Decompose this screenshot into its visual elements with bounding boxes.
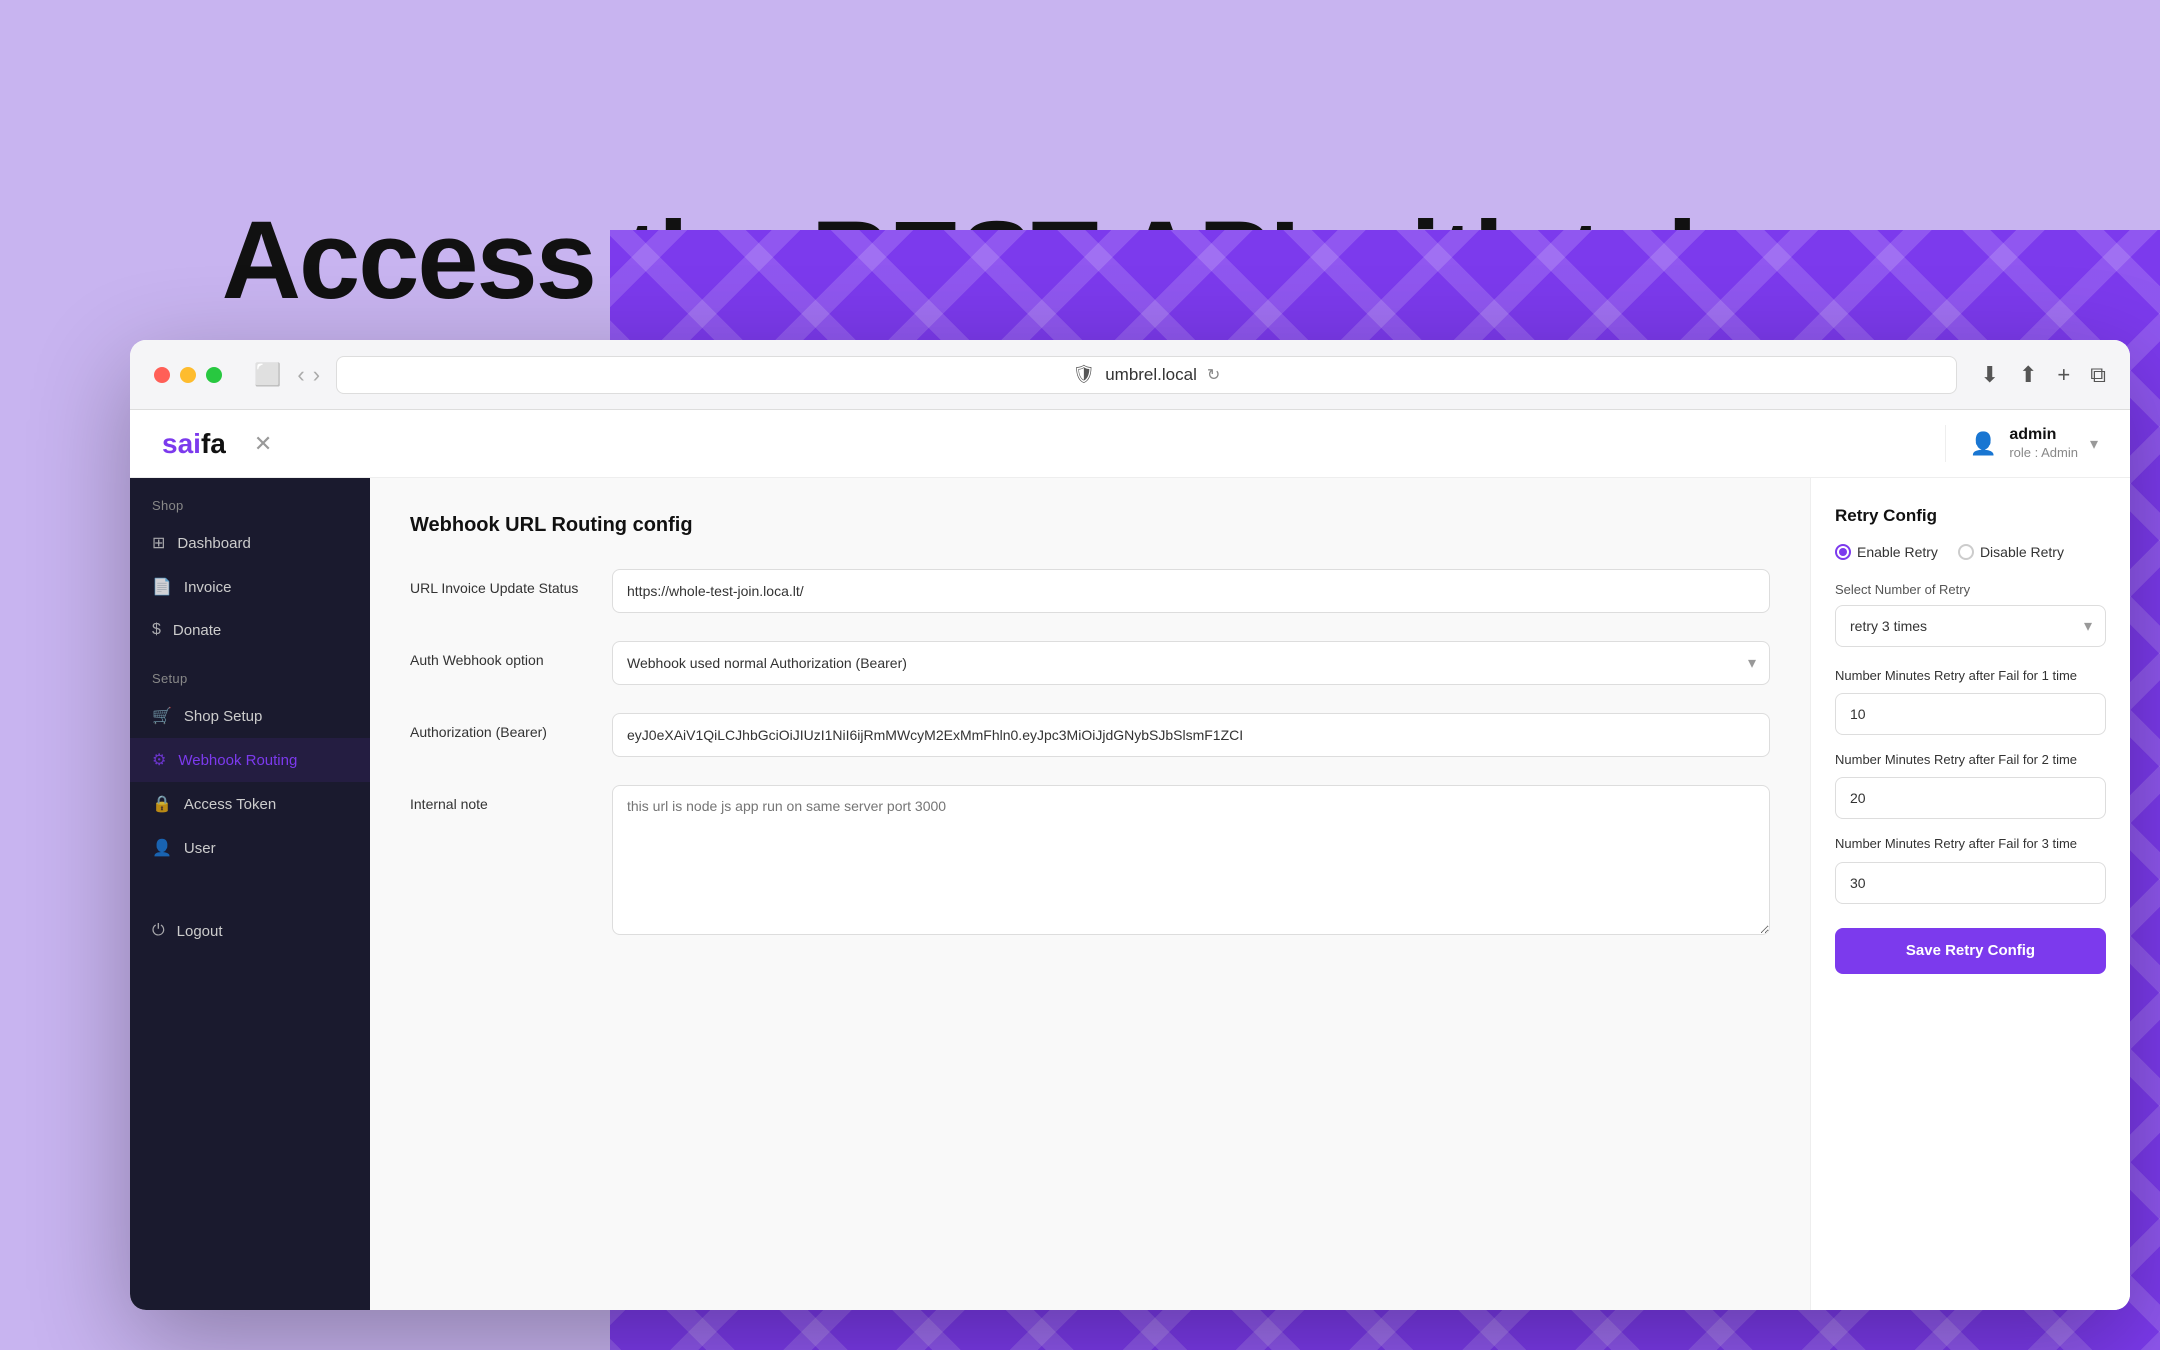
fail1-label: Number Minutes Retry after Fail for 1 ti… <box>1835 667 2106 685</box>
admin-name: admin <box>2009 425 2078 446</box>
disable-retry-radio[interactable] <box>1958 544 1974 560</box>
logo-sa: sai <box>162 428 201 459</box>
browser-nav: ‹ › <box>297 362 320 388</box>
enable-retry-option[interactable]: Enable Retry <box>1835 544 1938 560</box>
app-header: saifa ✕ 👤 admin role : Admin ▾ <box>130 410 2130 478</box>
url-input[interactable] <box>612 569 1770 613</box>
panel-title: Webhook URL Routing config <box>410 514 1770 537</box>
close-button[interactable] <box>154 367 170 383</box>
browser-chrome: ⬜ ‹ › 🛡 umbrel.local ↻ ⬇ ⬆ + ⧉ <box>130 340 2130 410</box>
sidebar-item-donate[interactable]: $ Donate <box>130 609 370 651</box>
retry-select-wrapper: retry 1 time retry 2 times retry 3 times… <box>1835 605 2106 647</box>
fail3-input[interactable] <box>1835 862 2106 904</box>
fail2-label: Number Minutes Retry after Fail for 2 ti… <box>1835 751 2106 769</box>
sidebar-item-user[interactable]: 👤 User <box>130 826 370 870</box>
admin-role: role : Admin <box>2009 445 2078 462</box>
note-control <box>612 785 1770 940</box>
forward-button[interactable]: › <box>313 362 320 388</box>
auth-select[interactable]: Webhook used normal Authorization (Beare… <box>612 641 1770 685</box>
back-button[interactable]: ‹ <box>297 362 304 388</box>
fail3-label: Number Minutes Retry after Fail for 3 ti… <box>1835 835 2106 853</box>
sidebar-item-label: Logout <box>177 923 223 940</box>
url-control <box>612 569 1770 613</box>
sidebar-item-access-token[interactable]: 🔒 Access Token <box>130 782 370 826</box>
enable-retry-label: Enable Retry <box>1857 544 1938 560</box>
sidebar-item-label: User <box>184 840 216 857</box>
fail2-input[interactable] <box>1835 777 2106 819</box>
download-icon[interactable]: ⬇ <box>1981 362 1999 388</box>
user-icon: 👤 <box>1970 431 1997 457</box>
form-row-auth: Auth Webhook option Webhook used normal … <box>410 641 1770 685</box>
sidebar-item-invoice[interactable]: 📄 Invoice <box>130 565 370 609</box>
form-row-url: URL Invoice Update Status <box>410 569 1770 613</box>
app-logo: saifa <box>162 428 226 460</box>
browser-actions: ⬇ ⬆ + ⧉ <box>1981 362 2106 388</box>
auth-label: Auth Webhook option <box>410 641 580 671</box>
user-nav-icon: 👤 <box>152 838 172 858</box>
maximize-button[interactable] <box>206 367 222 383</box>
bearer-control <box>612 713 1770 757</box>
sidebar: Shop ⊞ Dashboard 📄 Invoice $ Donate Setu… <box>130 410 370 1310</box>
retry-title: Retry Config <box>1835 506 2106 526</box>
close-icon[interactable]: ✕ <box>254 431 272 457</box>
shop-setup-icon: 🛒 <box>152 706 172 726</box>
browser-window: ⬜ ‹ › 🛡 umbrel.local ↻ ⬇ ⬆ + ⧉ saifa ✕ 👤 <box>130 340 2130 1310</box>
traffic-lights <box>154 367 222 383</box>
note-label: Internal note <box>410 785 580 815</box>
header-right: 👤 admin role : Admin ▾ <box>1945 425 2098 463</box>
enable-retry-radio[interactable] <box>1835 544 1851 560</box>
chevron-down-icon[interactable]: ▾ <box>2090 434 2098 454</box>
dashboard-icon: ⊞ <box>152 533 165 553</box>
disable-retry-label: Disable Retry <box>1980 544 2064 560</box>
form-row-bearer: Authorization (Bearer) <box>410 713 1770 757</box>
donate-icon: $ <box>152 621 161 639</box>
center-panel: Webhook URL Routing config URL Invoice U… <box>370 478 1810 1310</box>
sidebar-item-label: Invoice <box>184 579 232 596</box>
sidebar-item-label: Webhook Routing <box>178 752 297 769</box>
save-retry-button[interactable]: Save Retry Config <box>1835 928 2106 974</box>
main-content: Webhook URL Routing config URL Invoice U… <box>370 410 2130 1310</box>
note-textarea[interactable] <box>612 785 1770 935</box>
logo-ifa: fa <box>201 428 226 459</box>
sidebar-item-label: Shop Setup <box>184 708 262 725</box>
retry-panel: Retry Config Enable Retry Disable Retry … <box>1810 478 2130 1310</box>
shield-icon: 🛡 <box>1072 364 1095 385</box>
tabs-icon[interactable]: ⧉ <box>2090 362 2106 388</box>
url-text: umbrel.local <box>1105 365 1197 385</box>
new-tab-icon[interactable]: + <box>2057 362 2070 388</box>
auth-select-wrapper: Webhook used normal Authorization (Beare… <box>612 641 1770 685</box>
retry-radio-group: Enable Retry Disable Retry <box>1835 544 2106 560</box>
sidebar-item-shop-setup[interactable]: 🛒 Shop Setup <box>130 694 370 738</box>
admin-info: admin role : Admin <box>2009 425 2078 463</box>
sidebar-item-label: Donate <box>173 622 221 639</box>
sidebar-item-label: Access Token <box>184 796 276 813</box>
sidebar-section-setup: Setup <box>130 651 370 694</box>
reload-icon[interactable]: ↻ <box>1207 365 1220 385</box>
address-bar[interactable]: 🛡 umbrel.local ↻ <box>336 356 1956 394</box>
url-label: URL Invoice Update Status <box>410 569 580 599</box>
sidebar-item-logout[interactable]: ⏻ Logout <box>130 910 370 952</box>
invoice-icon: 📄 <box>152 577 172 597</box>
logout-icon: ⏻ <box>152 922 165 940</box>
share-icon[interactable]: ⬆ <box>2019 362 2037 388</box>
sidebar-toggle-icon[interactable]: ⬜ <box>254 362 281 388</box>
form-row-note: Internal note <box>410 785 1770 940</box>
bearer-label: Authorization (Bearer) <box>410 713 580 743</box>
sidebar-item-webhook-routing[interactable]: ⚙ Webhook Routing <box>130 738 370 782</box>
minimize-button[interactable] <box>180 367 196 383</box>
fail1-input[interactable] <box>1835 693 2106 735</box>
disable-retry-option[interactable]: Disable Retry <box>1958 544 2064 560</box>
auth-control: Webhook used normal Authorization (Beare… <box>612 641 1770 685</box>
select-retry-label: Select Number of Retry <box>1835 582 2106 597</box>
retry-count-select[interactable]: retry 1 time retry 2 times retry 3 times… <box>1835 605 2106 647</box>
sidebar-section-shop: Shop <box>130 478 370 521</box>
sidebar-item-label: Dashboard <box>177 535 250 552</box>
webhook-icon: ⚙ <box>152 750 166 770</box>
sidebar-item-dashboard[interactable]: ⊞ Dashboard <box>130 521 370 565</box>
access-token-icon: 🔒 <box>152 794 172 814</box>
app-layout: saifa ✕ 👤 admin role : Admin ▾ Shop ⊞ Da… <box>130 410 2130 1310</box>
bearer-input[interactable] <box>612 713 1770 757</box>
